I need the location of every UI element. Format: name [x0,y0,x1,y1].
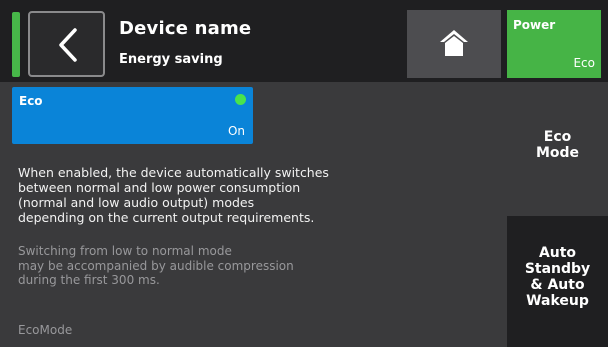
side-tab-label-line: Eco [543,129,572,145]
description-line: between normal and low power consumption [18,180,301,195]
side-tab-eco-mode[interactable]: Eco Mode [507,82,608,214]
side-tab-label: Eco Mode [507,129,608,161]
side-tab-label-line: Auto [538,245,577,261]
eco-toggle-card[interactable]: Eco On [12,87,253,144]
footer-label: EcoMode [18,323,73,337]
status-led-icon [235,94,246,105]
eco-value: On [227,124,245,138]
description-line: depending on the current output requirem… [18,210,315,225]
side-tab-label-line: Mode [535,145,580,161]
side-tab-label-line: & Auto [530,277,585,293]
status-accent-strip [12,12,20,77]
power-label: Power [513,18,556,32]
power-button[interactable]: Power Eco [507,10,601,78]
home-icon [440,30,468,56]
top-bar: Device name Energy saving Power Eco [0,0,608,82]
page-title: Device name [119,18,252,39]
back-button[interactable] [28,11,105,77]
page-subtitle: Energy saving [119,52,223,67]
note-line: during the first 300 ms. [18,273,160,287]
note-line: may be accompanied by audible compressio… [18,258,294,273]
eco-label: Eco [19,94,43,108]
description-line: (normal and low audio output) modes [18,195,255,210]
note-text: Switching from low to normal mode may be… [18,244,398,288]
description-line: When enabled, the device automatically s… [18,165,329,180]
description-text: When enabled, the device automatically s… [18,165,398,225]
note-line: Switching from low to normal mode [18,244,232,258]
side-tab-label: Auto Standby & Auto Wakeup [507,245,608,309]
side-tab-label-line: Wakeup [526,293,589,309]
side-tab-label-line: Standby [524,261,591,277]
chevron-left-icon [59,28,77,62]
home-button[interactable] [407,10,501,78]
power-value: Eco [573,56,595,70]
side-tab-auto-standby[interactable]: Auto Standby & Auto Wakeup [507,216,608,347]
